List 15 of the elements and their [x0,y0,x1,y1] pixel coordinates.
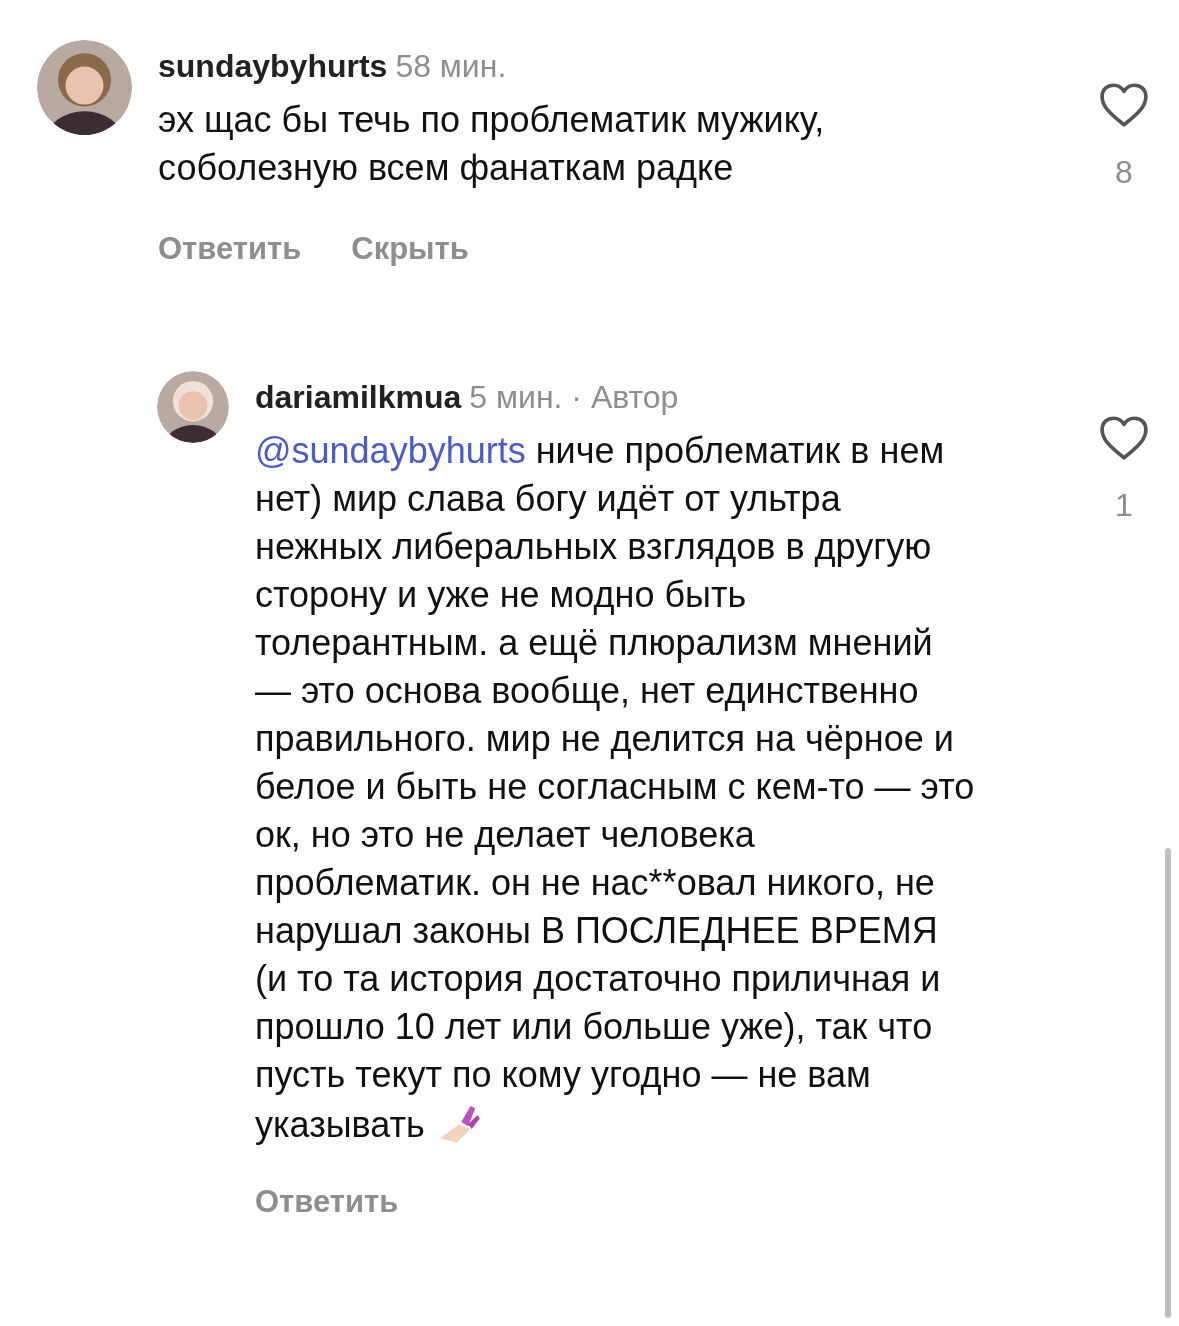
scrollbar[interactable] [1165,848,1171,1318]
like-count: 1 [1115,485,1133,525]
mention-link[interactable]: @sundaybyhurts [255,429,526,471]
heart-icon[interactable] [1099,82,1149,128]
comment-text: эх щас бы течь по проблематик мужику, соболезную всем фанаткам радке [158,98,826,190]
username[interactable]: sundaybyhurts [158,42,388,90]
reply-button[interactable]: Скрыть [351,226,469,273]
heart-icon[interactable] [1099,414,1149,461]
reply-button[interactable]: Ответить [158,226,302,273]
username[interactable]: dariamilkmua [255,372,462,421]
comment-meta: 58 мин. [395,47,507,86]
comment-meta: 5 мин. · Автор [469,377,679,417]
reply-button[interactable]: Ответить [255,1178,399,1225]
comment-text: @sundaybyhurts ниче проблематик в нем нет) мир слава богу идёт от ультра нежных либеральных взглядов в другую сторону и уже не модно быть толерантным. а ещё плюрализм мнений — это основа вообще, нет единственно правильного. мир не делится на чёрное и белое и быть не согласным с кем-то — это ок, но это не делает человека проблематик. он не нас**овал никого, не нарушал законы В ПОСЛЕДНЕЕ ВРЕМЯ (и то та история достаточно приличная и прошло 10 лет или больше уже), так что пусть текут по кому угодно — не вам указывать [255,428,975,1147]
like-count: 8 [1115,153,1133,192]
